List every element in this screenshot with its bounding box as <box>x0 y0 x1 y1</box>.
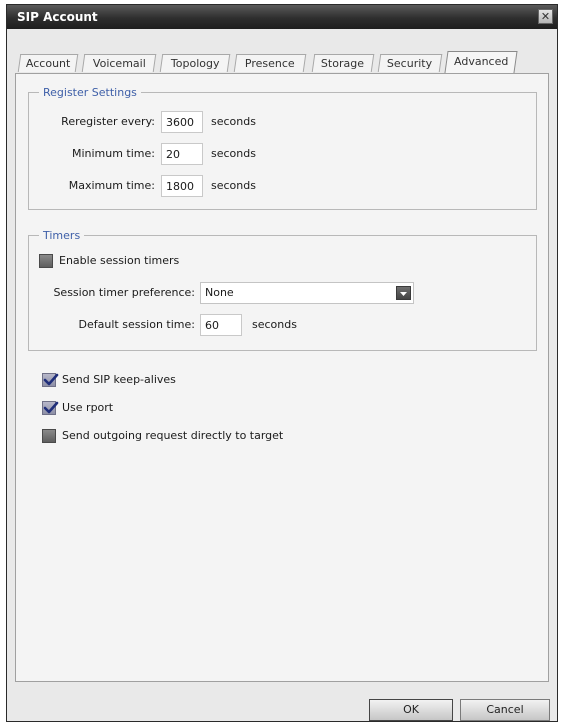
use-rport-label: Use rport <box>62 401 114 414</box>
session-timer-preference-label: Session timer preference: <box>53 286 195 299</box>
send-directly-to-target-label: Send outgoing request directly to target <box>62 429 284 442</box>
cancel-button[interactable]: Cancel <box>460 699 550 721</box>
checkbox-box[interactable] <box>42 373 59 387</box>
register-settings-title: Register Settings <box>43 86 137 99</box>
tab-account[interactable]: Account <box>17 54 79 72</box>
reregister-label: Reregister every: <box>61 115 155 128</box>
minimum-time-label: Minimum time: <box>71 147 155 160</box>
session-timer-preference-select[interactable]: None <box>200 282 414 304</box>
tab-bar: Account Voicemail Topology Presence Stor… <box>15 51 549 75</box>
reregister-unit: seconds <box>211 115 256 128</box>
tab-advanced[interactable]: Advanced <box>444 51 518 73</box>
tab-voicemail[interactable]: Voicemail <box>81 54 157 72</box>
tab-presence[interactable]: Presence <box>233 54 307 72</box>
checkbox-box[interactable] <box>42 429 56 443</box>
maximum-time-label: Maximum time: <box>68 179 155 192</box>
ok-button[interactable]: OK <box>369 699 453 721</box>
timers-group: Timers Enable session timers Session tim… <box>28 229 537 351</box>
close-icon[interactable]: ✕ <box>538 9 553 24</box>
minimum-time-input[interactable] <box>161 143 203 165</box>
tab-security[interactable]: Security <box>377 54 443 72</box>
sip-account-dialog: SIP Account ✕ Account Voicemail Topology… <box>6 4 558 722</box>
tab-topology[interactable]: Topology <box>159 54 231 72</box>
checkbox-box[interactable] <box>39 254 53 268</box>
session-timer-preference-value: None <box>205 286 234 299</box>
timers-title: Timers <box>43 229 81 242</box>
default-session-time-input[interactable] <box>200 314 242 336</box>
enable-session-timers-label: Enable session timers <box>59 254 180 267</box>
chevron-down-icon[interactable] <box>396 286 411 300</box>
default-session-time-unit: seconds <box>252 318 297 331</box>
title-bar[interactable]: SIP Account ✕ <box>7 5 557 29</box>
checkmark-icon <box>43 373 59 386</box>
tab-content-advanced: Register Settings Reregister every: seco… <box>15 73 549 682</box>
checkmark-icon <box>43 401 59 414</box>
default-session-time-label: Default session time: <box>78 318 195 331</box>
send-sip-keepalives-label: Send SIP keep-alives <box>62 373 176 386</box>
reregister-input[interactable] <box>161 111 203 133</box>
tab-storage[interactable]: Storage <box>311 54 375 72</box>
window-title: SIP Account <box>17 10 98 24</box>
maximum-time-unit: seconds <box>211 179 256 192</box>
register-settings-group: Register Settings Reregister every: seco… <box>28 86 537 210</box>
minimum-time-unit: seconds <box>211 147 256 160</box>
maximum-time-input[interactable] <box>161 175 203 197</box>
checkbox-box[interactable] <box>42 401 59 415</box>
